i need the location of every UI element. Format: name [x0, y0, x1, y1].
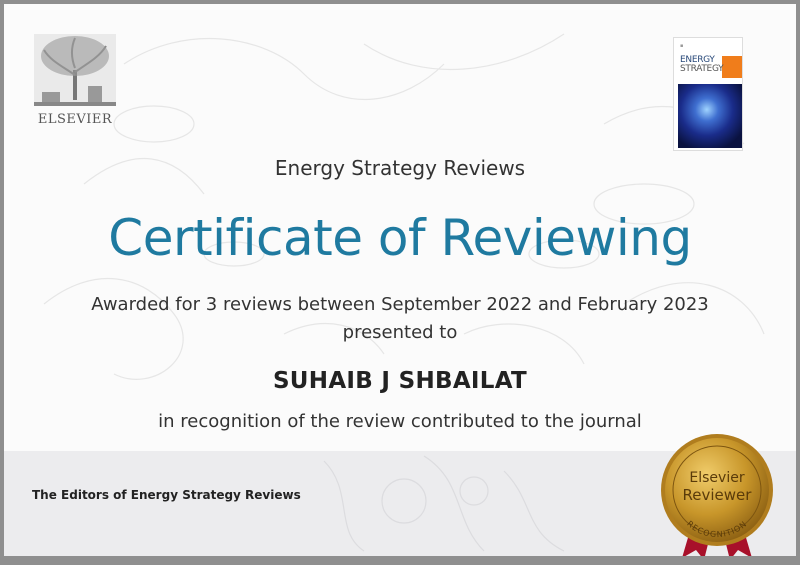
elsevier-logo: ELSEVIER	[30, 30, 120, 130]
awarded-line: Awarded for 3 reviews between September …	[91, 294, 709, 315]
journal-cover: ▪ ENERGY STRATEGY	[673, 37, 743, 151]
publisher-name: ELSEVIER	[37, 112, 113, 127]
cover-artwork	[678, 84, 742, 148]
cover-publisher-mark: ▪	[680, 43, 684, 49]
seal-line2: Reviewer	[683, 486, 753, 504]
cover-title: ENERGY STRATEGY	[680, 56, 732, 74]
certificate-title: Certificate of Reviewing	[108, 209, 692, 267]
elsevier-tree-icon	[34, 34, 116, 106]
recognition-line: in recognition of the review contributed…	[158, 411, 642, 432]
reviewer-seal: Elsevier Reviewer RECOGNITION	[661, 434, 773, 556]
presented-line: presented to	[342, 322, 458, 343]
seal-line1: Elsevier	[689, 470, 744, 486]
recipient-name: SUHAIB J SHBAILAT	[272, 368, 528, 394]
page-frame: ELSEVIER ▪ ENERGY STRATEGY Energy Strate…	[0, 0, 800, 565]
journal-name: Energy Strategy Reviews	[274, 156, 526, 180]
signatory: The Editors of Energy Strategy Reviews	[32, 488, 301, 502]
certificate: ELSEVIER ▪ ENERGY STRATEGY Energy Strate…	[4, 4, 796, 556]
cover-title-line2: STRATEGY	[680, 64, 724, 74]
